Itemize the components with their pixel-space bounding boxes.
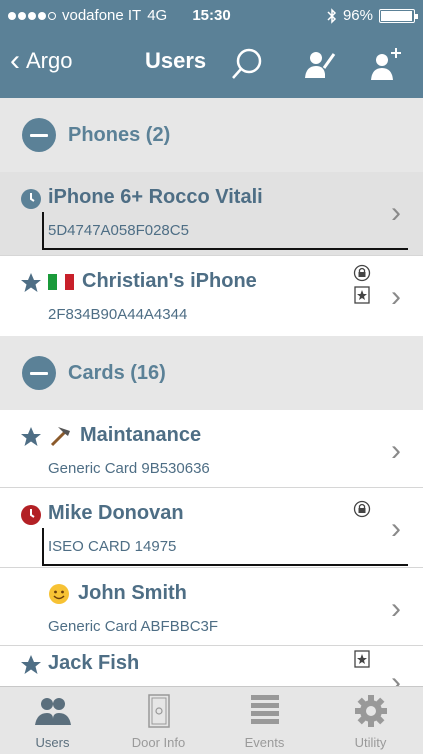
item-name: Maintanance	[80, 424, 202, 446]
tab-utility[interactable]: Utility	[318, 693, 423, 750]
top-bar: vodafone IT 4G 15:30 96% ‹ Argo Users	[0, 0, 423, 98]
battery-percent: 96%	[342, 7, 373, 24]
list-item[interactable]: Mike Donovan ISEO CARD 14975 ›	[0, 488, 423, 568]
section-header-phones[interactable]: Phones (2)	[0, 98, 423, 172]
item-name: John Smith	[78, 582, 187, 604]
users-icon	[34, 698, 71, 725]
selection-marker	[42, 528, 408, 566]
list-item[interactable]: Jack Fish ›	[0, 646, 423, 686]
star-card-icon	[354, 650, 370, 668]
item-name: Mike Donovan	[48, 502, 184, 524]
star-icon	[21, 273, 41, 292]
chevron-left-icon: ‹	[10, 44, 20, 77]
item-name: Jack Fish	[48, 652, 140, 674]
list-item[interactable]: Maintanance Generic Card 9B530636 ›	[0, 410, 423, 488]
red-clock-icon	[21, 505, 41, 525]
tab-label: Users	[35, 735, 70, 750]
chevron-right-icon: ›	[391, 592, 401, 625]
collapse-icon[interactable]	[22, 356, 56, 390]
tab-users[interactable]: Users	[0, 693, 105, 750]
star-card-icon	[354, 286, 370, 304]
back-button[interactable]: ‹ Argo	[10, 46, 72, 76]
back-label: Argo	[26, 48, 73, 73]
page-title: Users	[145, 48, 207, 73]
tab-bar: Users Door Info Events Utility	[0, 686, 423, 754]
clock-icon	[21, 189, 41, 209]
list-item[interactable]: iPhone 6+ Rocco Vitali 5D4747A058F028C5 …	[0, 172, 423, 256]
star-icon	[21, 655, 41, 674]
tab-label: Events	[244, 735, 285, 750]
section-header-cards[interactable]: Cards (16)	[0, 336, 423, 410]
item-id: 2F834B90A44A4344	[48, 306, 188, 323]
list-item[interactable]: John Smith Generic Card ABFBBC3F ›	[0, 568, 423, 646]
section-label: Cards (16)	[68, 361, 166, 384]
gear-icon	[354, 695, 387, 727]
add-user-icon[interactable]	[364, 44, 408, 84]
lock-icon	[353, 264, 371, 282]
italy-flag-icon	[48, 273, 75, 290]
star-icon	[21, 427, 41, 446]
item-id: Generic Card 9B530636	[48, 460, 210, 477]
list-item[interactable]: Christian's iPhone 2F834B90A44A4344 ›	[0, 256, 423, 342]
smiley-icon	[49, 583, 69, 604]
list-icon	[250, 695, 279, 724]
item-id: Generic Card ABFBBC3F	[48, 618, 219, 635]
item-name: iPhone 6+ Rocco Vitali	[48, 186, 263, 208]
edit-user-icon[interactable]	[298, 44, 342, 84]
tab-label: Utility	[354, 735, 387, 750]
nav-bar: ‹ Argo Users	[0, 38, 423, 93]
door-icon	[147, 694, 170, 728]
tab-door-info[interactable]: Door Info	[106, 693, 211, 750]
search-icon[interactable]	[225, 44, 269, 84]
collapse-icon[interactable]	[22, 118, 56, 152]
status-bar: vodafone IT 4G 15:30 96%	[0, 0, 423, 30]
hammer-icon	[50, 426, 70, 446]
chevron-right-icon: ›	[391, 434, 401, 467]
bluetooth-icon	[327, 7, 337, 24]
tab-events[interactable]: Events	[212, 693, 317, 750]
battery-icon	[379, 8, 418, 23]
item-name: Christian's iPhone	[82, 270, 257, 292]
selection-marker	[42, 212, 408, 250]
chevron-right-icon: ›	[391, 280, 401, 313]
tab-label: Door Info	[131, 735, 186, 750]
section-label: Phones (2)	[68, 123, 171, 146]
chevron-right-icon: ›	[391, 666, 401, 687]
lock-icon	[353, 500, 371, 518]
